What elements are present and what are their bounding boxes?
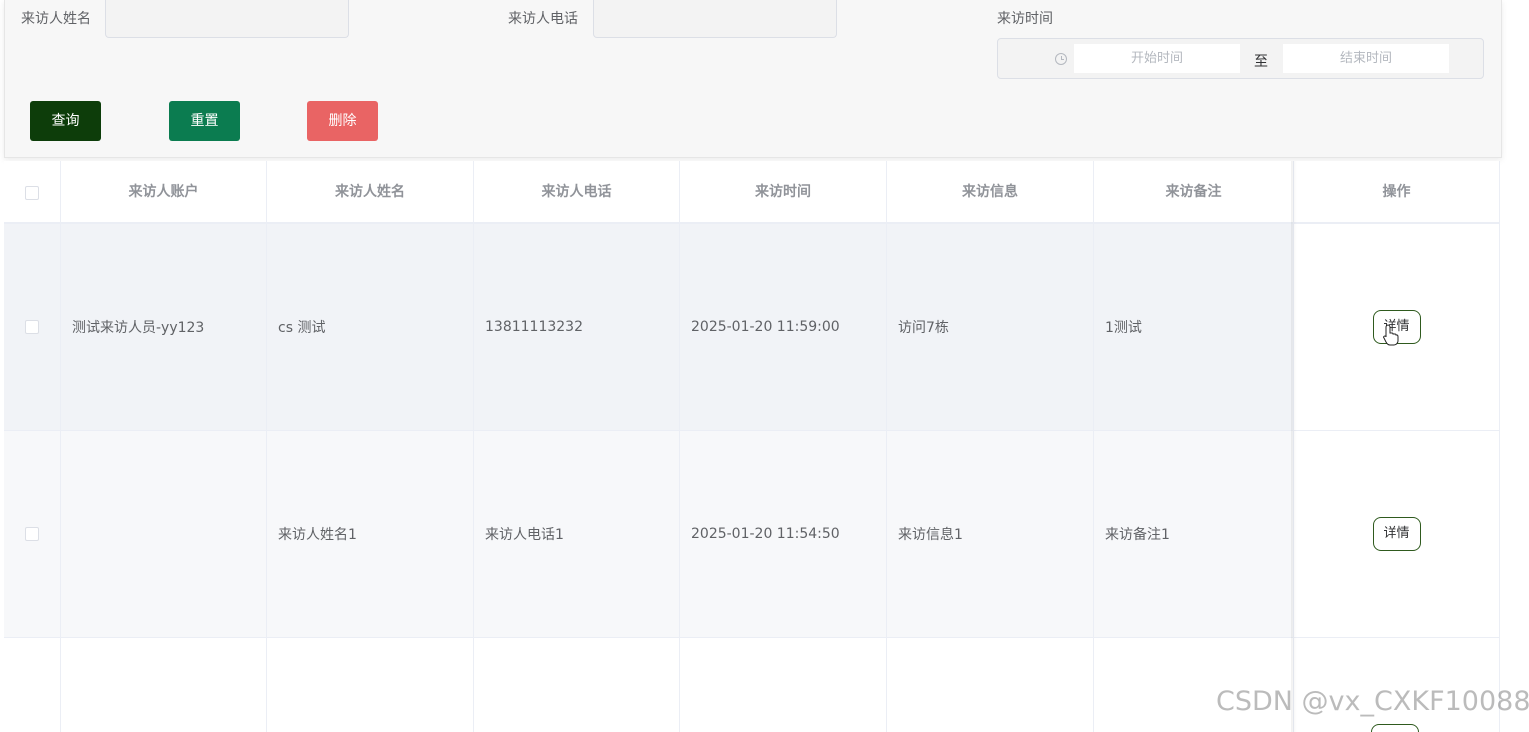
end-time-input[interactable]: 结束时间 bbox=[1283, 44, 1449, 73]
header-action: 操作 bbox=[1294, 161, 1500, 224]
cell-phone: 来访人电话1 bbox=[474, 431, 680, 637]
hand-cursor-icon bbox=[1383, 324, 1399, 346]
cell-account bbox=[61, 431, 267, 637]
cell-account: 测试来访人员-yy123 bbox=[61, 224, 267, 430]
header-account: 来访人账户 bbox=[61, 161, 267, 224]
visitor-name-input[interactable] bbox=[105, 0, 349, 38]
cell-info: 来访信息1 bbox=[887, 431, 1094, 637]
row-select-cell bbox=[4, 638, 61, 732]
cell-account bbox=[61, 638, 267, 732]
table-row: 来访人姓名1 来访人电话1 2025-01-20 11:54:50 来访信息1 … bbox=[4, 431, 1500, 638]
table-row bbox=[4, 638, 1500, 732]
visit-time-range-picker[interactable]: 开始时间 至 结束时间 bbox=[997, 38, 1484, 79]
cell-phone bbox=[474, 638, 680, 732]
header-remark: 来访备注 bbox=[1094, 161, 1294, 224]
range-separator: 至 bbox=[1254, 54, 1268, 70]
header-info: 来访信息 bbox=[887, 161, 1094, 224]
query-button[interactable]: 查询 bbox=[30, 101, 101, 141]
row-checkbox[interactable] bbox=[25, 527, 39, 541]
reset-button[interactable]: 重置 bbox=[169, 101, 240, 141]
cell-action bbox=[1294, 638, 1500, 732]
cell-phone: 13811113232 bbox=[474, 224, 680, 430]
select-all-cell bbox=[4, 161, 61, 224]
table-row: 测试来访人员-yy123 cs 测试 13811113232 2025-01-2… bbox=[4, 224, 1500, 431]
cell-name: 来访人姓名1 bbox=[267, 431, 474, 637]
cell-remark: 来访备注1 bbox=[1094, 431, 1294, 637]
cell-time: 2025-01-20 11:59:00 bbox=[680, 224, 887, 430]
detail-button[interactable]: 详情 bbox=[1372, 517, 1421, 551]
select-all-checkbox[interactable] bbox=[25, 185, 39, 200]
detail-button-partial[interactable] bbox=[1371, 724, 1419, 732]
cell-name bbox=[267, 638, 474, 732]
row-select-cell bbox=[4, 224, 61, 430]
cell-info: 访问7栋 bbox=[887, 224, 1094, 430]
header-time: 来访时间 bbox=[680, 161, 887, 224]
cell-action: 详情 bbox=[1294, 431, 1500, 637]
cell-remark bbox=[1094, 638, 1294, 732]
clock-icon bbox=[1055, 53, 1067, 65]
visitor-phone-label: 来访人电话 bbox=[508, 11, 578, 27]
cell-time: 2025-01-20 11:54:50 bbox=[680, 431, 887, 637]
cell-info bbox=[887, 638, 1094, 732]
watermark: CSDN @vx_CXKF10088 bbox=[1216, 686, 1529, 717]
header-name: 来访人姓名 bbox=[267, 161, 474, 224]
cell-remark: 1测试 bbox=[1094, 224, 1294, 430]
visitor-table: 来访人账户 来访人姓名 来访人电话 来访时间 来访信息 来访备注 操作 测试来访… bbox=[4, 161, 1500, 732]
cell-name: cs 测试 bbox=[267, 224, 474, 430]
delete-button[interactable]: 删除 bbox=[307, 101, 378, 141]
visitor-name-label: 来访人姓名 bbox=[21, 11, 91, 27]
fixed-column-shadow bbox=[1291, 161, 1297, 732]
header-phone: 来访人电话 bbox=[474, 161, 680, 224]
start-time-input[interactable]: 开始时间 bbox=[1074, 44, 1240, 73]
visit-time-label: 来访时间 bbox=[997, 11, 1053, 27]
cell-time bbox=[680, 638, 887, 732]
search-panel: 来访人姓名 来访人电话 来访时间 开始时间 至 结束时间 查询 重置 删除 bbox=[4, 0, 1502, 158]
row-checkbox[interactable] bbox=[25, 320, 39, 334]
row-select-cell bbox=[4, 431, 61, 637]
visitor-phone-input[interactable] bbox=[593, 0, 837, 38]
table-header-row: 来访人账户 来访人姓名 来访人电话 来访时间 来访信息 来访备注 操作 bbox=[4, 161, 1500, 224]
